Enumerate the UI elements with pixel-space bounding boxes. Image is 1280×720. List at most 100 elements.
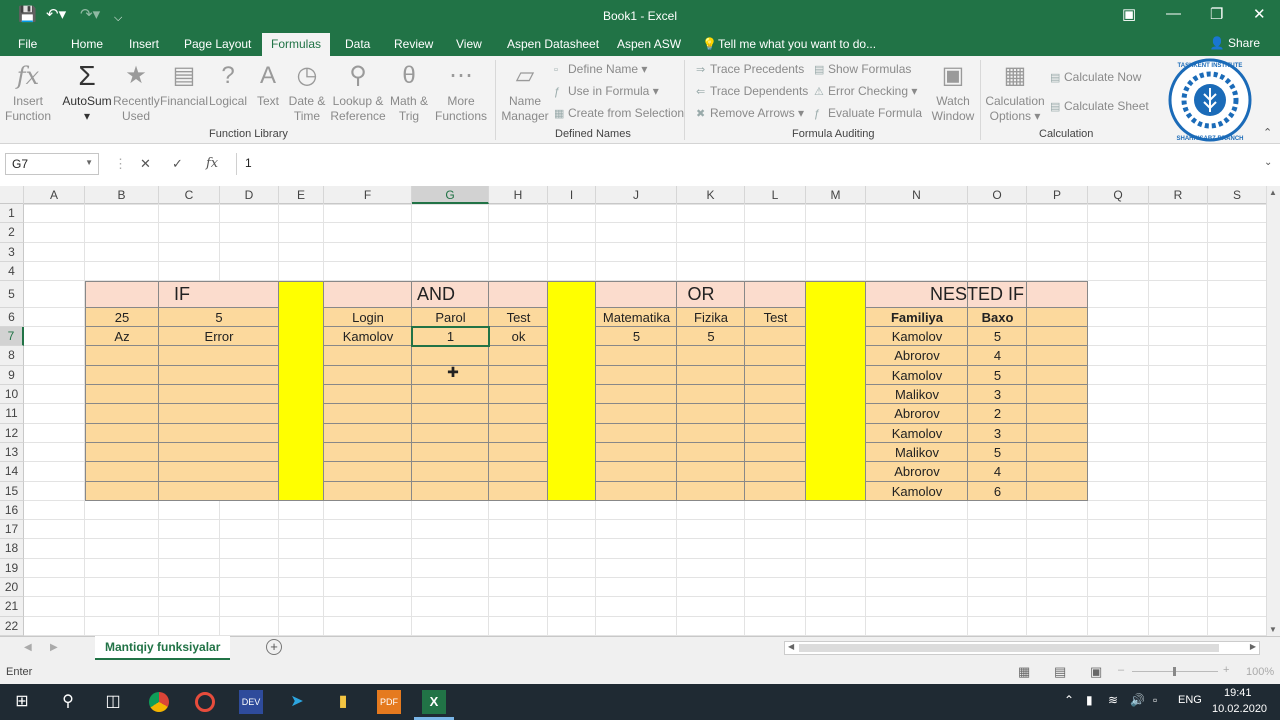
column-header-c[interactable]: C xyxy=(159,186,220,204)
chevron-down-icon[interactable]: ▼ xyxy=(85,158,93,167)
zoom-in-icon[interactable]: + xyxy=(1223,664,1229,676)
column-header-i[interactable]: I xyxy=(548,186,596,204)
error-checking-button[interactable]: ⚠ Error Checking ▾ xyxy=(814,84,917,99)
clock-date[interactable]: 10.02.2020 xyxy=(1212,703,1267,715)
windows-start-icon[interactable]: ⊞ xyxy=(10,690,34,714)
notifications-icon[interactable]: ▫ xyxy=(1153,693,1157,707)
column-header-g[interactable]: G xyxy=(412,186,489,204)
row-header-10[interactable]: 10 xyxy=(0,385,24,405)
close-icon[interactable]: ✕ xyxy=(1253,5,1266,23)
enter-icon[interactable]: ✓ xyxy=(172,156,183,172)
vertical-scrollbar[interactable]: ▲ ▼ xyxy=(1266,186,1280,636)
tab-formulas[interactable]: Formulas xyxy=(262,33,331,56)
tab-aspen-datasheet[interactable]: Aspen Datasheet xyxy=(507,37,599,51)
excel-icon[interactable]: X xyxy=(422,690,446,714)
devc-icon[interactable]: DEV xyxy=(239,690,263,714)
scroll-down-icon[interactable]: ▼ xyxy=(1269,625,1277,634)
row-header-15[interactable]: 15 xyxy=(0,481,24,501)
tray-chevron-icon[interactable]: ⌃ xyxy=(1064,693,1074,707)
and-title[interactable]: AND xyxy=(324,281,548,308)
financial-button[interactable]: ▤ Financial xyxy=(159,61,209,109)
page-break-view-icon[interactable]: ▣ xyxy=(1090,664,1102,680)
nested-familiya-cell[interactable]: Abrorov xyxy=(866,404,968,423)
clock-time[interactable]: 19:41 xyxy=(1224,687,1252,699)
row-header-2[interactable]: 2 xyxy=(0,223,24,243)
column-header-q[interactable]: Q xyxy=(1088,186,1149,204)
nested-baxo-cell[interactable]: 6 xyxy=(968,482,1027,501)
nested-header-familiya[interactable]: Familiya xyxy=(866,308,968,327)
row-header-1[interactable]: 1 xyxy=(0,204,24,224)
row-header-14[interactable]: 14 xyxy=(0,462,24,482)
collapse-ribbon-icon[interactable]: ⌃ xyxy=(1263,126,1272,139)
prev-sheet-icon[interactable]: ◀ xyxy=(24,642,32,653)
column-header-b[interactable]: B xyxy=(85,186,159,204)
remove-arrows-button[interactable]: ✖ Remove Arrows ▾ xyxy=(696,106,804,121)
evaluate-formula-button[interactable]: ƒ Evaluate Formula xyxy=(814,106,922,121)
sheet-tab[interactable]: Mantiqiy funksiyalar xyxy=(95,636,231,660)
worksheet-grid[interactable]: IF 25 5 Az Error AND Login Kamolov Parol 1 Test ok O… xyxy=(24,204,1266,636)
date-time-button[interactable]: ◷ Date & Time xyxy=(287,61,327,124)
cell-j7[interactable]: 5 xyxy=(596,327,677,346)
row-header-8[interactable]: 8 xyxy=(0,346,24,366)
recently-used-button[interactable]: ★ Recently Used xyxy=(113,61,160,124)
tab-insert[interactable]: Insert xyxy=(129,37,159,51)
nested-familiya-cell[interactable]: Abrorov xyxy=(866,346,968,365)
wifi-icon[interactable]: ≋ xyxy=(1108,693,1118,707)
formula-input[interactable]: 1 xyxy=(236,153,1266,175)
active-cell-g7[interactable] xyxy=(411,326,490,348)
nested-familiya-cell[interactable]: Malikov xyxy=(866,443,968,462)
add-sheet-icon[interactable]: + xyxy=(266,639,282,655)
nested-familiya-cell[interactable]: Kamolov xyxy=(866,424,968,443)
show-formulas-button[interactable]: ▤ Show Formulas xyxy=(814,62,911,77)
tab-home[interactable]: Home xyxy=(71,37,103,51)
math-trig-button[interactable]: θ Math & Trig xyxy=(388,61,430,124)
or-title[interactable]: OR xyxy=(596,281,806,308)
if-title[interactable]: IF xyxy=(85,281,279,308)
nested-familiya-cell[interactable]: Kamolov xyxy=(866,366,968,385)
row-header-18[interactable]: 18 xyxy=(0,539,24,559)
name-manager-button[interactable]: ▱ Name Manager xyxy=(500,61,550,124)
cell-k7[interactable]: 5 xyxy=(677,327,745,346)
maximize-icon[interactable]: ❐ xyxy=(1210,5,1223,23)
and-header-h[interactable]: Test xyxy=(489,308,548,327)
autosum-button[interactable]: Σ AutoSum ▾ xyxy=(60,61,114,124)
name-box[interactable]: G7 ▼ xyxy=(5,153,99,175)
nested-baxo-cell[interactable]: 4 xyxy=(968,462,1027,481)
calculation-options-button[interactable]: ▦ Calculation Options ▾ xyxy=(984,61,1046,124)
column-header-a[interactable]: A xyxy=(24,186,85,204)
select-all-button[interactable] xyxy=(0,186,24,204)
row-header-19[interactable]: 19 xyxy=(0,558,24,579)
calculate-now-button[interactable]: ▤ Calculate Now xyxy=(1050,70,1141,85)
ribbon-display-options-icon[interactable]: ▣ xyxy=(1122,5,1136,23)
nested-familiya-cell[interactable]: Malikov xyxy=(866,385,968,404)
trace-dependents-button[interactable]: ⇐ Trace Dependents xyxy=(696,84,808,99)
nested-familiya-cell[interactable]: Abrorov xyxy=(866,462,968,481)
column-header-h[interactable]: H xyxy=(489,186,548,204)
row-header-20[interactable]: 20 xyxy=(0,578,24,598)
row-header-3[interactable]: 3 xyxy=(0,242,24,262)
nested-familiya-cell[interactable]: Kamolov xyxy=(866,327,968,346)
column-header-l[interactable]: L xyxy=(745,186,806,204)
tab-review[interactable]: Review xyxy=(394,37,433,51)
nested-baxo-cell[interactable]: 2 xyxy=(968,404,1027,423)
insert-function-icon[interactable]: fx xyxy=(206,156,218,171)
use-in-formula-button[interactable]: ƒ Use in Formula ▾ xyxy=(554,84,659,99)
more-functions-button[interactable]: ⋯ More Functions xyxy=(432,61,490,124)
expand-formula-bar-icon[interactable]: ⌄ xyxy=(1264,157,1272,168)
tab-file[interactable]: File xyxy=(18,37,37,51)
cell-f7[interactable]: Kamolov xyxy=(324,327,412,346)
task-view-icon[interactable]: ◫ xyxy=(101,690,125,714)
tell-me-box[interactable]: Tell me what you want to do... xyxy=(718,37,876,51)
column-header-p[interactable]: P xyxy=(1027,186,1088,204)
cell-h7[interactable]: ok xyxy=(489,327,548,346)
column-header-o[interactable]: O xyxy=(968,186,1027,204)
scroll-left-icon[interactable]: ◀ xyxy=(788,642,794,651)
or-header-l[interactable]: Test xyxy=(745,308,806,327)
cell-c6[interactable]: 5 xyxy=(159,308,279,327)
horizontal-scrollbar[interactable]: ◀ ▶ xyxy=(784,641,1260,655)
row-header-21[interactable]: 21 xyxy=(0,597,24,617)
trace-precedents-button[interactable]: ⇒ Trace Precedents xyxy=(696,62,804,77)
row-header-6[interactable]: 6 xyxy=(0,307,24,328)
zoom-out-icon[interactable]: – xyxy=(1118,664,1124,676)
row-header-7[interactable]: 7 xyxy=(0,327,24,347)
